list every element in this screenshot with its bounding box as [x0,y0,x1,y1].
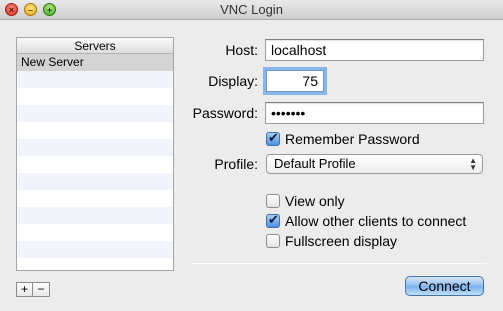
view-only-label: View only [285,193,345,209]
connect-button[interactable]: Connect [405,276,484,296]
display-label: Display: [208,73,258,89]
vnc-login-window: × – + VNC Login Servers New Server + − H… [0,0,503,311]
server-list-empty-row [17,207,173,224]
display-input[interactable] [266,70,324,92]
server-list-empty-row [17,139,173,156]
server-list-empty-row [17,122,173,139]
password-input[interactable] [265,102,484,124]
server-list-empty-row [17,190,173,207]
remember-password-label: Remember Password [285,131,420,147]
title-bar[interactable]: × – + VNC Login [0,0,503,20]
remember-password-row[interactable]: Remember Password [266,130,420,147]
remove-server-button[interactable]: − [33,282,50,297]
fullscreen-row[interactable]: Fullscreen display [266,233,397,249]
server-list-buttons: + − [16,282,50,297]
server-list-empty-row [17,88,173,105]
view-only-row[interactable]: View only [266,193,345,209]
server-list-empty-row [17,173,173,190]
allow-others-checkbox[interactable] [266,212,280,228]
server-list-empty-row [17,224,173,241]
allow-others-label: Allow other clients to connect [285,213,467,229]
profile-select[interactable]: Default Profile ▲ ▼ [266,154,483,174]
fullscreen-checkbox[interactable] [266,234,280,248]
allow-others-row[interactable]: Allow other clients to connect [266,212,467,229]
separator [192,263,487,264]
view-only-checkbox[interactable] [266,194,280,208]
fullscreen-label: Fullscreen display [285,233,398,249]
window-title: VNC Login [220,2,283,17]
chevron-up-down-icon: ▲ ▼ [469,156,477,172]
profile-label: Profile: [214,156,258,172]
host-label: Host: [225,42,258,58]
add-server-button[interactable]: + [16,282,33,297]
remember-password-checkbox[interactable] [266,130,280,146]
server-list-empty-row [17,241,173,258]
host-input[interactable] [265,39,484,61]
password-label: Password: [192,105,258,121]
server-list-empty-row [17,258,173,270]
profile-select-value: Default Profile [274,156,356,171]
